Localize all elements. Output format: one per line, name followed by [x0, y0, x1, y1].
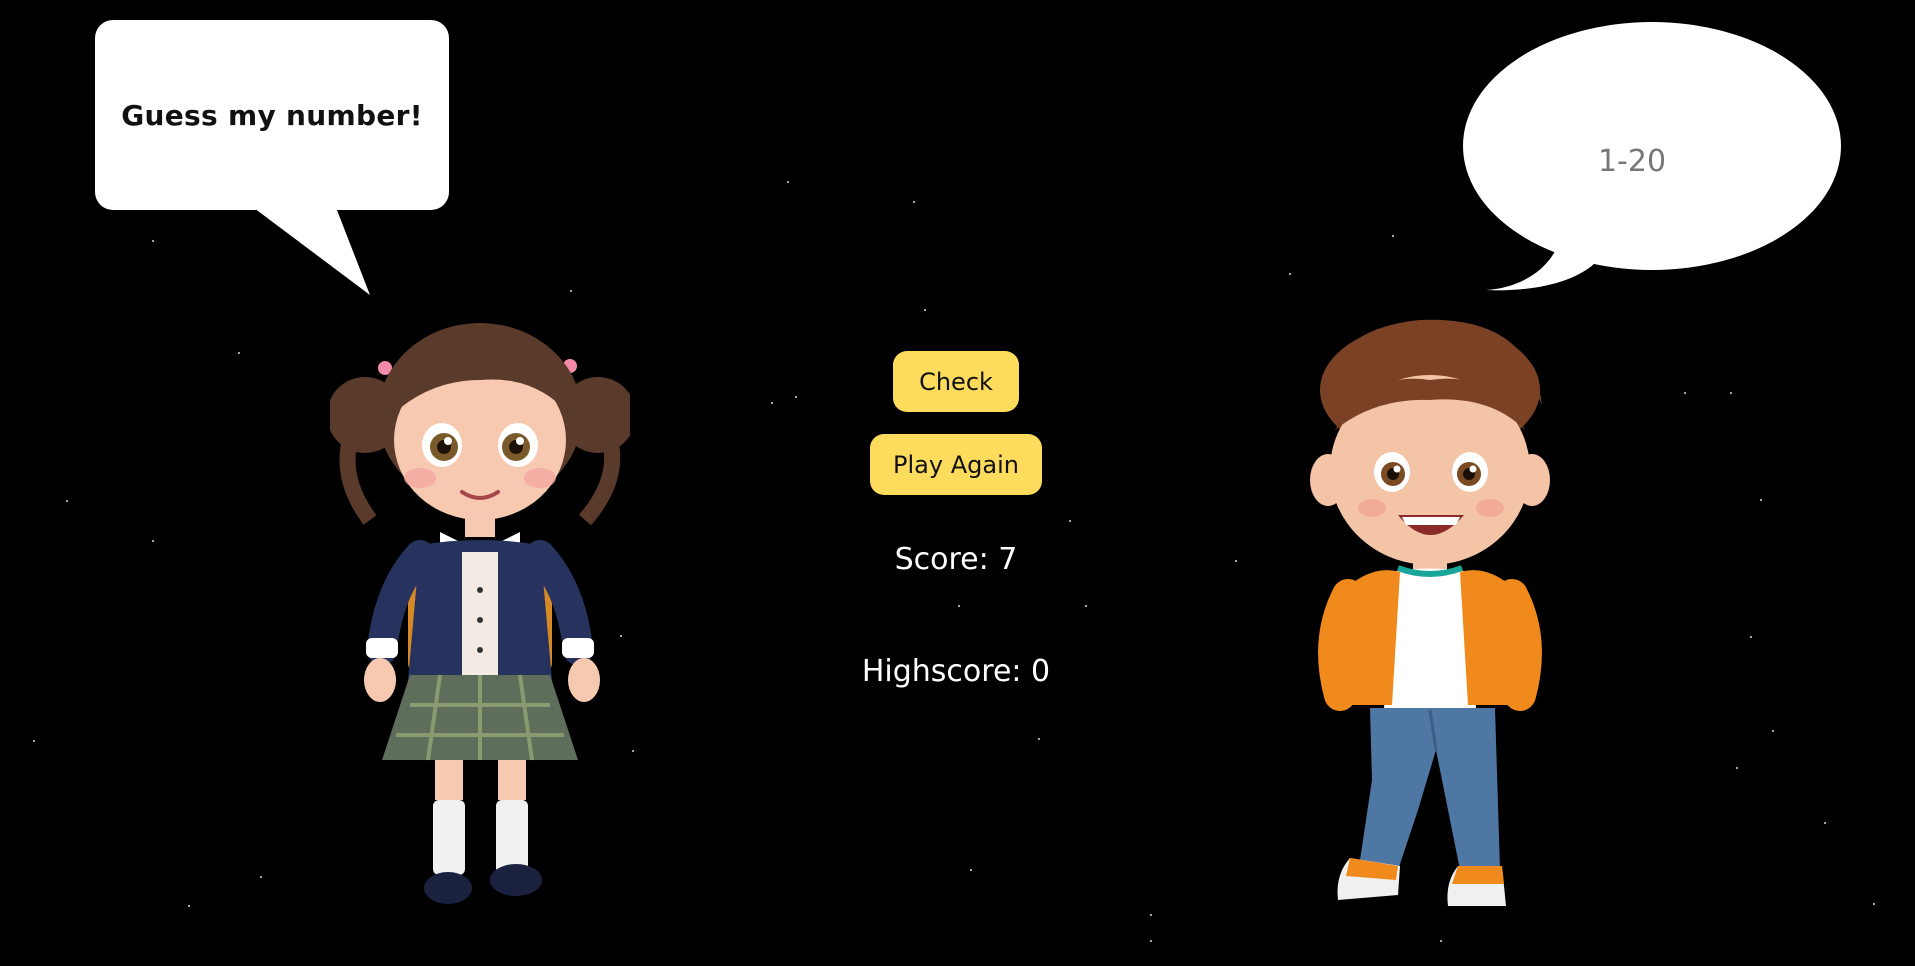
star: [152, 540, 154, 542]
star: [33, 740, 35, 742]
star: [570, 290, 572, 292]
star: [66, 500, 68, 502]
star: [1736, 767, 1738, 769]
boy-bubble-tail: [1486, 240, 1598, 291]
star: [771, 402, 773, 404]
star: [1730, 392, 1732, 394]
check-button[interactable]: Check: [893, 351, 1019, 412]
star: [1289, 273, 1291, 275]
star: [795, 396, 797, 398]
guess-prompt-text: Guess my number!: [121, 98, 423, 132]
star: [1873, 903, 1875, 905]
star: [1038, 738, 1040, 740]
star: [632, 750, 634, 752]
star: [188, 905, 190, 907]
score-text: Score: 7: [894, 542, 1018, 577]
star: [238, 352, 240, 354]
star: [787, 181, 789, 183]
star: [1085, 605, 1087, 607]
star: [1750, 636, 1752, 638]
guess-number-input[interactable]: [1540, 137, 1724, 185]
star: [1440, 940, 1442, 942]
star: [152, 240, 154, 242]
star: [1235, 560, 1237, 562]
play-again-button[interactable]: Play Again: [870, 434, 1042, 495]
star: [970, 869, 972, 871]
star: [1772, 730, 1774, 732]
star: [1760, 499, 1762, 501]
star: [958, 605, 960, 607]
star: [1069, 520, 1071, 522]
star: [1150, 940, 1152, 942]
star: [1150, 914, 1152, 916]
highscore-text: Highscore: 0: [861, 654, 1051, 689]
girl-character: [330, 323, 630, 904]
star: [1684, 392, 1686, 394]
star: [260, 876, 262, 878]
girl-speech-bubble: Guess my number!: [95, 20, 449, 210]
boy-character: [1310, 319, 1550, 906]
star: [924, 309, 926, 311]
star: [1824, 822, 1826, 824]
girl-bubble-tail: [250, 205, 370, 295]
star: [1392, 235, 1394, 237]
star: [913, 201, 915, 203]
